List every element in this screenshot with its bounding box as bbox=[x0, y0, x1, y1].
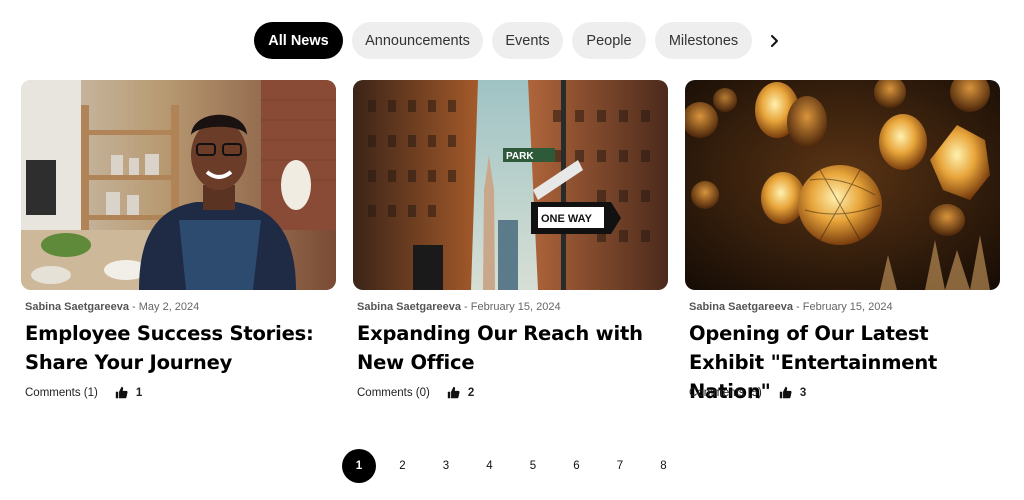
article-date: May 2, 2024 bbox=[138, 301, 200, 313]
page-button-1[interactable]: 1 bbox=[342, 449, 376, 483]
tab-events[interactable]: Events bbox=[492, 22, 563, 59]
article-author: Sabina Saetgareeva bbox=[689, 301, 793, 313]
page-button-8[interactable]: 8 bbox=[647, 449, 681, 483]
article-stats: Comments (0) 2 bbox=[357, 386, 474, 399]
article-meta: Sabina Saetgareeva - February 15, 2024 bbox=[357, 301, 668, 313]
page-button-7[interactable]: 7 bbox=[603, 449, 637, 483]
page-button-4[interactable]: 4 bbox=[473, 449, 507, 483]
tab-people[interactable]: People bbox=[572, 22, 646, 59]
article-title[interactable]: Employee Success Stories: Share Your Jou… bbox=[25, 319, 336, 377]
meta-separator: - bbox=[792, 301, 803, 313]
article-date: February 15, 2024 bbox=[802, 301, 893, 313]
news-filter-tabs: All News Announcements Events People Mil… bbox=[254, 22, 786, 59]
like-button[interactable]: 3 bbox=[779, 386, 806, 399]
thumbs-up-icon bbox=[447, 386, 460, 399]
page-button-3[interactable]: 3 bbox=[429, 449, 463, 483]
news-card[interactable]: Sabina Saetgareeva - February 15, 2024 O… bbox=[685, 80, 1000, 406]
article-title[interactable]: Expanding Our Reach with New Office bbox=[357, 319, 668, 377]
article-thumbnail[interactable] bbox=[685, 80, 1000, 290]
article-meta: Sabina Saetgareeva - May 2, 2024 bbox=[25, 301, 336, 313]
page-button-2[interactable]: 2 bbox=[386, 449, 420, 483]
thumbs-up-icon bbox=[115, 386, 128, 399]
tab-all-news[interactable]: All News bbox=[254, 22, 343, 59]
svg-text:ONE WAY: ONE WAY bbox=[541, 213, 593, 225]
like-count: 2 bbox=[467, 386, 475, 399]
article-meta: Sabina Saetgareeva - February 15, 2024 bbox=[689, 301, 1000, 313]
like-button[interactable]: 2 bbox=[447, 386, 474, 399]
street-sign-park: PARK bbox=[503, 148, 555, 162]
news-card[interactable]: Sabina Saetgareeva - May 2, 2024 Employe… bbox=[21, 80, 336, 399]
news-card[interactable]: PARK ONE WAY Sabina Saetgareeva - Februa… bbox=[353, 80, 668, 399]
like-button[interactable]: 1 bbox=[115, 386, 142, 399]
tab-announcements[interactable]: Announcements bbox=[352, 22, 483, 59]
comments-link[interactable]: Comments (5) bbox=[689, 387, 762, 399]
smiling-barista-photo bbox=[21, 80, 336, 290]
pagination: 1 2 3 4 5 6 7 8 bbox=[342, 449, 690, 483]
meta-separator: - bbox=[460, 301, 471, 313]
thumbs-up-icon bbox=[779, 386, 792, 399]
meta-separator: - bbox=[128, 301, 139, 313]
article-author: Sabina Saetgareeva bbox=[25, 301, 129, 313]
city-street-signs-photo: PARK ONE WAY bbox=[353, 80, 668, 290]
golden-lanterns-photo bbox=[685, 80, 1000, 290]
comments-link[interactable]: Comments (1) bbox=[25, 387, 98, 399]
chevron-right-icon[interactable] bbox=[762, 22, 786, 59]
page-button-5[interactable]: 5 bbox=[516, 449, 550, 483]
like-count: 1 bbox=[135, 386, 143, 399]
svg-text:PARK: PARK bbox=[506, 151, 534, 162]
like-count: 3 bbox=[799, 386, 807, 399]
article-stats: Comments (5) 3 bbox=[689, 386, 806, 399]
article-thumbnail[interactable] bbox=[21, 80, 336, 290]
article-date: February 15, 2024 bbox=[470, 301, 561, 313]
article-author: Sabina Saetgareeva bbox=[357, 301, 461, 313]
comments-link[interactable]: Comments (0) bbox=[357, 387, 430, 399]
article-thumbnail[interactable]: PARK ONE WAY bbox=[353, 80, 668, 290]
article-stats: Comments (1) 1 bbox=[25, 386, 142, 399]
tab-milestones[interactable]: Milestones bbox=[655, 22, 752, 59]
page-button-6[interactable]: 6 bbox=[560, 449, 594, 483]
